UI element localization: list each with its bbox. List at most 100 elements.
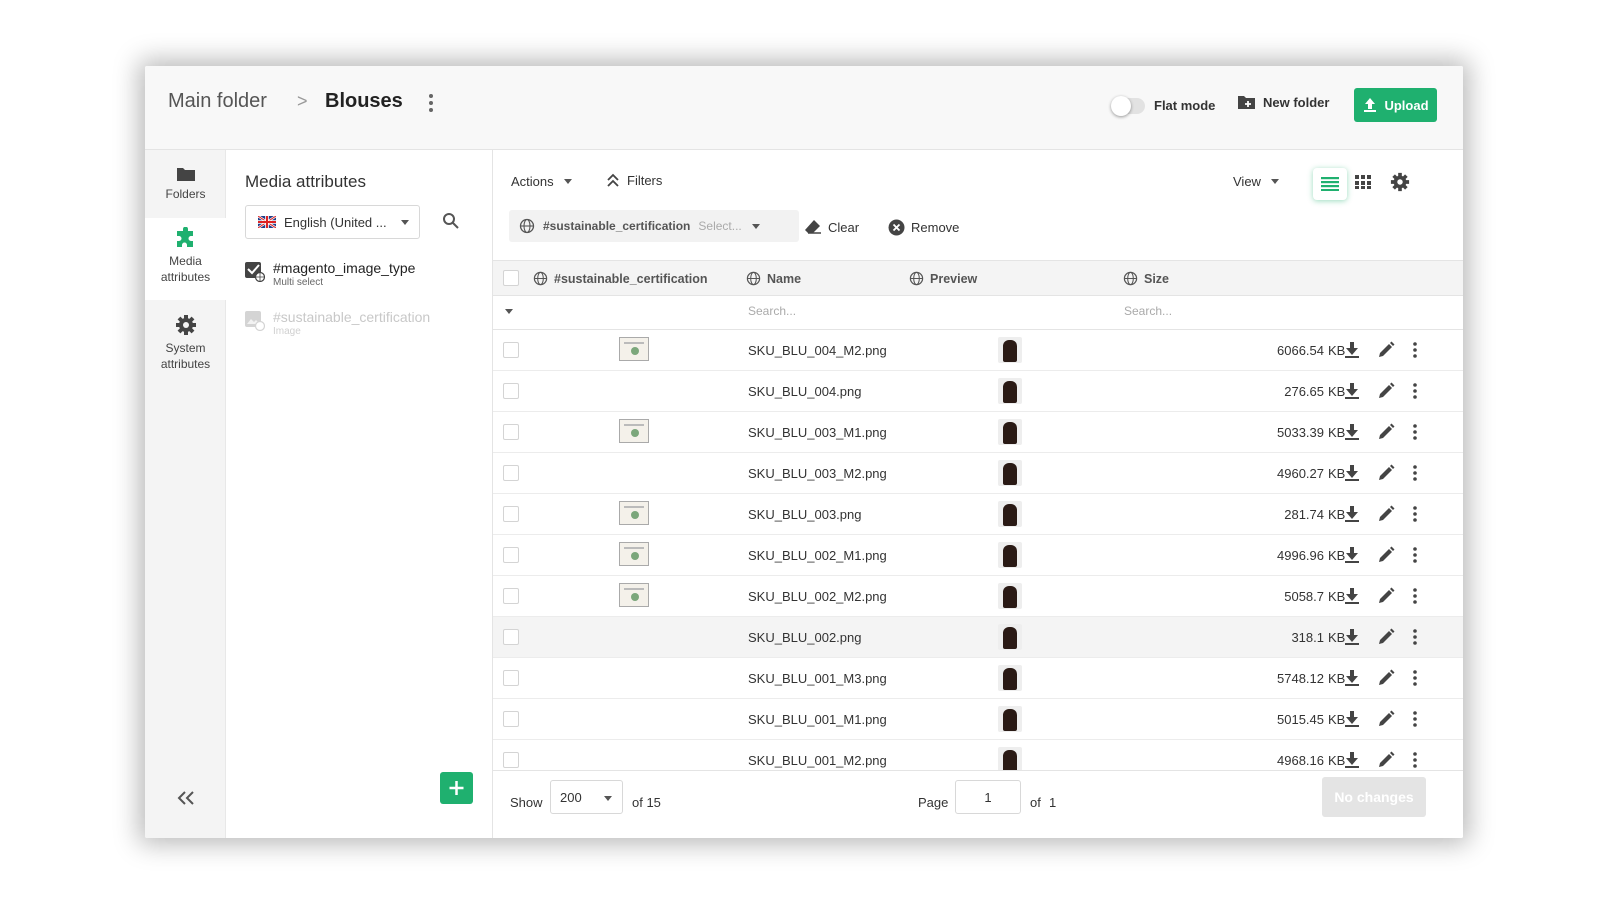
edit-icon[interactable] — [1377, 382, 1395, 400]
download-icon[interactable] — [1344, 546, 1360, 564]
table-row[interactable]: SKU_BLU_002_M2.png 5058.7 KB — [493, 576, 1463, 617]
certificate-thumbnail[interactable] — [619, 419, 649, 443]
breadcrumb-root[interactable]: Main folder — [168, 90, 267, 113]
row-checkbox[interactable] — [503, 465, 519, 481]
table-row[interactable]: SKU_BLU_002.png 318.1 KB — [493, 617, 1463, 658]
active-filter[interactable]: #sustainable_certification Select... — [509, 210, 799, 242]
view-dropdown[interactable]: View — [1233, 174, 1279, 189]
more-icon[interactable] — [1411, 341, 1419, 359]
row-checkbox[interactable] — [503, 547, 519, 563]
list-view-button[interactable] — [1313, 168, 1347, 200]
download-icon[interactable] — [1344, 710, 1360, 728]
preview-thumbnail[interactable] — [998, 337, 1022, 363]
row-checkbox[interactable] — [503, 506, 519, 522]
remove-filter-button[interactable]: Remove — [888, 219, 959, 236]
preview-thumbnail[interactable] — [998, 747, 1022, 770]
preview-thumbnail[interactable] — [998, 624, 1022, 650]
table-row[interactable]: SKU_BLU_004.png 276.65 KB — [493, 371, 1463, 412]
table-row[interactable]: SKU_BLU_004_M2.png 6066.54 KB — [493, 330, 1463, 371]
edit-icon[interactable] — [1377, 751, 1395, 769]
column-header-certification[interactable]: #sustainable_certification — [533, 271, 708, 286]
collapse-sidebar-icon[interactable] — [171, 788, 201, 808]
preview-thumbnail[interactable] — [998, 706, 1022, 732]
more-icon[interactable] — [1411, 628, 1419, 646]
more-icon[interactable] — [1411, 464, 1419, 482]
folder-more-icon[interactable] — [425, 92, 437, 114]
edit-icon[interactable] — [1377, 341, 1395, 359]
expand-caret-icon[interactable] — [505, 309, 513, 314]
column-header-preview[interactable]: Preview — [909, 271, 977, 286]
download-icon[interactable] — [1344, 628, 1360, 646]
add-attribute-button[interactable] — [440, 772, 473, 804]
select-all-checkbox[interactable] — [503, 270, 519, 286]
more-icon[interactable] — [1411, 587, 1419, 605]
upload-button[interactable]: Upload — [1354, 88, 1437, 122]
download-icon[interactable] — [1344, 669, 1360, 687]
more-icon[interactable] — [1411, 669, 1419, 687]
page-size-select[interactable]: 200 — [550, 780, 623, 814]
certificate-thumbnail[interactable] — [619, 542, 649, 566]
grid-view-icon[interactable] — [1355, 174, 1371, 190]
table-row[interactable]: SKU_BLU_001_M3.png 5748.12 KB — [493, 658, 1463, 699]
preview-thumbnail[interactable] — [998, 460, 1022, 486]
edit-icon[interactable] — [1377, 423, 1395, 441]
download-icon[interactable] — [1344, 751, 1360, 769]
more-icon[interactable] — [1411, 546, 1419, 564]
row-checkbox[interactable] — [503, 752, 519, 768]
preview-thumbnail[interactable] — [998, 542, 1022, 568]
column-header-name[interactable]: Name — [746, 271, 801, 286]
edit-icon[interactable] — [1377, 546, 1395, 564]
download-icon[interactable] — [1344, 505, 1360, 523]
size-search-input[interactable] — [1124, 304, 1264, 318]
more-icon[interactable] — [1411, 710, 1419, 728]
download-icon[interactable] — [1344, 587, 1360, 605]
edit-icon[interactable] — [1377, 628, 1395, 646]
table-row[interactable]: SKU_BLU_002_M1.png 4996.96 KB — [493, 535, 1463, 576]
sidebar-item-system-attributes[interactable]: System attributes — [145, 308, 226, 378]
more-icon[interactable] — [1411, 751, 1419, 769]
more-icon[interactable] — [1411, 382, 1419, 400]
edit-icon[interactable] — [1377, 587, 1395, 605]
edit-icon[interactable] — [1377, 669, 1395, 687]
certificate-thumbnail[interactable] — [619, 337, 649, 361]
column-header-size[interactable]: Size — [1123, 271, 1169, 286]
table-row[interactable]: SKU_BLU_003_M2.png 4960.27 KB — [493, 453, 1463, 494]
row-checkbox[interactable] — [503, 588, 519, 604]
edit-icon[interactable] — [1377, 464, 1395, 482]
table-row[interactable]: SKU_BLU_001_M2.png 4968.16 KB — [493, 740, 1463, 770]
row-checkbox[interactable] — [503, 424, 519, 440]
more-icon[interactable] — [1411, 505, 1419, 523]
preview-thumbnail[interactable] — [998, 583, 1022, 609]
filters-button[interactable]: Filters — [605, 172, 662, 188]
download-icon[interactable] — [1344, 423, 1360, 441]
attribute-item-magento-image-type[interactable]: #magento_image_type Multi select — [245, 260, 415, 288]
preview-thumbnail[interactable] — [998, 378, 1022, 404]
clear-filter-button[interactable]: Clear — [804, 219, 859, 235]
edit-icon[interactable] — [1377, 710, 1395, 728]
row-checkbox[interactable] — [503, 342, 519, 358]
download-icon[interactable] — [1344, 464, 1360, 482]
row-checkbox[interactable] — [503, 629, 519, 645]
search-icon[interactable] — [442, 212, 460, 230]
row-checkbox[interactable] — [503, 670, 519, 686]
actions-dropdown[interactable]: Actions — [511, 174, 572, 189]
sidebar-item-media-attributes[interactable]: Media attributes — [145, 218, 226, 300]
edit-icon[interactable] — [1377, 505, 1395, 523]
settings-gear-icon[interactable] — [1390, 172, 1410, 192]
flat-mode-toggle[interactable] — [1111, 96, 1145, 116]
attribute-item-sustainable-certification[interactable]: #sustainable_certification Image — [245, 309, 430, 337]
preview-thumbnail[interactable] — [998, 665, 1022, 691]
page-number-input[interactable]: 1 — [955, 780, 1021, 814]
language-select[interactable]: English (United ... — [245, 205, 420, 239]
certificate-thumbnail[interactable] — [619, 583, 649, 607]
certificate-thumbnail[interactable] — [619, 501, 649, 525]
table-row[interactable]: SKU_BLU_003.png 281.74 KB — [493, 494, 1463, 535]
row-checkbox[interactable] — [503, 383, 519, 399]
more-icon[interactable] — [1411, 423, 1419, 441]
preview-thumbnail[interactable] — [998, 501, 1022, 527]
table-row[interactable]: SKU_BLU_001_M1.png 5015.45 KB — [493, 699, 1463, 740]
no-changes-button[interactable]: No changes — [1322, 777, 1426, 817]
table-row[interactable]: SKU_BLU_003_M1.png 5033.39 KB — [493, 412, 1463, 453]
preview-thumbnail[interactable] — [998, 419, 1022, 445]
sidebar-item-folders[interactable]: Folders — [145, 160, 226, 216]
